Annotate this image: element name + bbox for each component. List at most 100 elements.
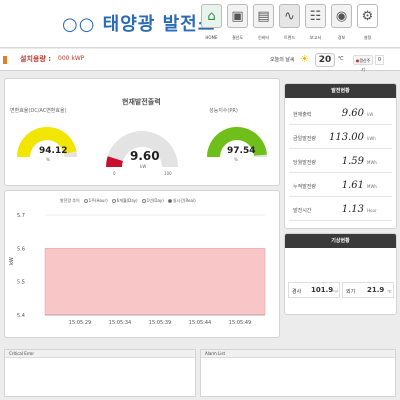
status-bar: 설치용량 : 000 kWP 오늘의 날씨 ☀ 20 ℃ ●갱신주기 0 [0, 49, 400, 72]
metric-label: 현재출력 [293, 112, 312, 118]
nav-label: 결선도 [231, 35, 244, 40]
output-gauge-max: 100 [164, 171, 172, 176]
pr-gauge-value: 97.54 [227, 146, 256, 156]
report-icon: ☷ [305, 4, 326, 28]
nav-item-home[interactable]: ⌂ HOME [199, 4, 224, 41]
alarm-list-header: Alarm List [201, 350, 395, 358]
y-axis-label: kW [9, 257, 15, 265]
chart-area-series [44, 248, 266, 316]
efficiency-gauge-value: 94.12 [39, 146, 68, 156]
refresh-label: 갱신주기 [359, 58, 371, 72]
slope-value: 101.9 [311, 286, 334, 294]
metric-value: 1.61 [341, 180, 364, 191]
weather-label: 오늘의 날씨 [270, 57, 295, 63]
metric-label: 누적발전량 [293, 184, 317, 190]
nav-label: 트렌드 [283, 35, 296, 40]
nav-item-inverter[interactable]: ▤ 인버터 [251, 4, 276, 41]
legend-option-realtime[interactable]: 실시간(Real) [167, 198, 196, 204]
metric-row: 현재출력 9.60 kW [289, 104, 392, 125]
y-tick-label: 5.7 [17, 213, 25, 219]
nav-item-report[interactable]: ☷ 보고서 [303, 4, 328, 41]
efficiency-gauge-unit: % [46, 157, 50, 162]
capacity-value: 000 kWP [58, 55, 85, 62]
nav-label: 보고서 [309, 35, 322, 40]
critical-error-panel: Critical Error [4, 349, 196, 397]
metric-label: 발전시간 [293, 208, 312, 214]
metric-value: 113.00 [329, 132, 364, 143]
weather-item-outside: 외기 21.9 ℃ [342, 282, 394, 298]
nav-item-wiring[interactable]: ▣ 결선도 [225, 4, 250, 41]
metric-value: 1.13 [341, 204, 364, 215]
sun-icon: ☀ [300, 54, 309, 65]
alarm-icon: ◉ [331, 4, 352, 28]
nav-label: 설정 [363, 35, 372, 40]
critical-error-header: Critical Error [5, 350, 195, 358]
y-tick-label: 5.6 [17, 246, 25, 252]
plant-title: ○○ 태양광 발전소 [62, 14, 216, 35]
pr-gauge-label: 성능지수(PR) [209, 108, 238, 114]
nav-label: 인버터 [257, 35, 270, 40]
x-tick-label: 15:05:44 [189, 320, 211, 326]
metric-row: 금일발전량 113.00 kWh [289, 128, 392, 149]
weather-header: 기상현황 [285, 234, 396, 248]
x-tick-label: 15:05:39 [149, 320, 171, 326]
legend-option-6month[interactable]: 6개월(Day) [111, 198, 138, 204]
weather-item-slope: 경사 101.9 W/㎡ [288, 282, 340, 298]
y-tick-label: 5.5 [17, 280, 25, 286]
gauge-panel: 변환효율(DC/AC변환효율) 현재발전출력 성능지수(PR) 94.12 % … [4, 78, 280, 186]
nav-item-settings[interactable]: ⚙ 설정 [355, 4, 380, 41]
temperature-unit: ℃ [338, 56, 344, 62]
capacity-label: 설치용량 : [20, 55, 51, 63]
metric-value: 9.60 [341, 108, 364, 119]
trend-chart-panel: 발전량 추이 1주(Hour) 6개월(Day) 1년(Day) 실시간(Rea… [4, 190, 280, 338]
x-tick-label: 15:05:49 [229, 320, 251, 326]
chart-legend-title: 발전량 추이 [60, 198, 80, 203]
chart-legend: 발전량 추이 1주(Hour) 6개월(Day) 1년(Day) 실시간(Rea… [60, 198, 200, 204]
refresh-button[interactable]: ●갱신주기 [353, 55, 373, 72]
outside-label: 외기 [346, 289, 356, 295]
trend-icon: ∿ [279, 4, 300, 28]
efficiency-gauge-label: 변환효율(DC/AC변환효율) [10, 108, 67, 114]
metric-unit: kW [367, 112, 374, 117]
metric-unit: kWh [367, 136, 376, 141]
gauges-svg [17, 126, 267, 167]
refresh-interval-value[interactable]: 0 [375, 55, 384, 65]
x-tick-label: 15:05:34 [109, 320, 131, 326]
main-nav: ⌂ HOME ▣ 결선도 ▤ 인버터 ∿ 트렌드 ☷ 보고서 ◉ 경보 ⚙ 설정 [199, 4, 381, 41]
nav-label: 경보 [337, 35, 346, 40]
generation-status-header: 발전현황 [285, 84, 396, 98]
x-tick-label: 15:05:29 [69, 320, 91, 326]
metric-label: 당월발전량 [293, 160, 317, 166]
trend-chart-svg: 5.7 5.6 5.5 5.4 kW 15:05:29 15:05:34 15:05:39 15… [9, 213, 266, 326]
legend-option-week[interactable]: 1주(Hour) [83, 198, 108, 204]
pr-gauge-unit: % [234, 157, 238, 162]
wiring-icon: ▣ [227, 4, 248, 28]
inverter-icon: ▤ [253, 4, 274, 28]
nav-label: HOME [205, 35, 218, 40]
metric-value: 1.59 [341, 156, 364, 167]
output-gauge-min: 0 [113, 171, 116, 176]
output-gauge-unit: kW [140, 164, 147, 169]
legend-option-year[interactable]: 1년(Day) [141, 198, 164, 204]
slope-label: 경사 [292, 289, 302, 295]
nav-item-trend[interactable]: ∿ 트렌드 [277, 4, 302, 41]
capacity-marker-icon [3, 56, 7, 64]
settings-icon: ⚙ [357, 4, 378, 28]
weather-panel: 기상현황 경사 101.9 W/㎡ 외기 21.9 ℃ [284, 233, 397, 315]
metric-unit: Hour [367, 208, 377, 213]
outside-value: 21.9 [367, 286, 385, 294]
home-icon: ⌂ [201, 4, 222, 28]
generation-status-panel: 발전현황 현재출력 9.60 kW 금일발전량 113.00 kWh 당월발전량 1.59 MW… [284, 83, 397, 229]
top-header: ○○ 태양광 발전소 ⌂ HOME ▣ 결선도 ▤ 인버터 ∿ 트렌드 ☷ 보고서 ◉ 경보 ⚙ 설정 [0, 0, 400, 48]
alarm-list-panel: Alarm List [200, 349, 396, 397]
outside-unit: ℃ [387, 289, 392, 294]
metric-row: 당월발전량 1.59 MWh [289, 152, 392, 173]
output-gauge-value: 9.60 [130, 149, 160, 163]
metric-unit: MWh [367, 184, 377, 189]
nav-item-alarm[interactable]: ◉ 경보 [329, 4, 354, 41]
slope-unit: W/㎡ [331, 289, 338, 293]
temperature-value: 20 [315, 53, 335, 67]
metric-row: 누적발전량 1.61 MWh [289, 176, 392, 197]
output-gauge-label: 현재발전출력 [122, 98, 161, 106]
metric-unit: MWh [367, 160, 377, 165]
